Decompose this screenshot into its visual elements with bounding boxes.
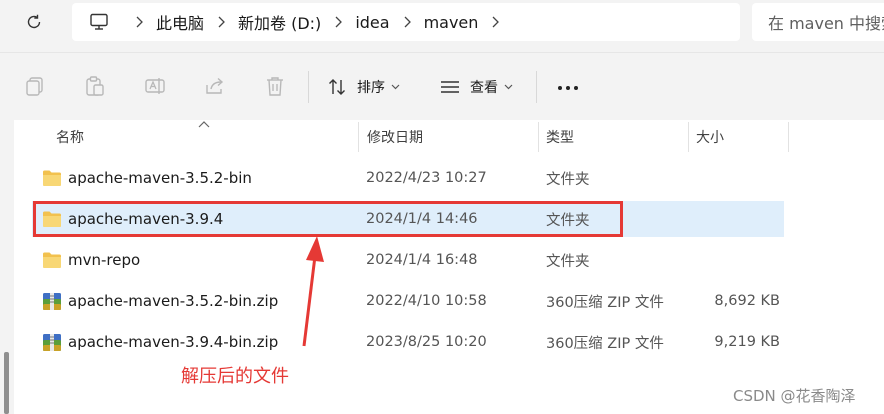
file-name: apache-maven-3.5.2-bin [68, 169, 252, 187]
file-type: 文件夹 [546, 171, 590, 188]
chevron-right-icon[interactable] [482, 3, 508, 41]
file-date: 2022/4/10 10:58 [366, 293, 487, 309]
file-date: 2023/8/25 10:20 [366, 334, 487, 350]
chevron-right-icon[interactable] [126, 3, 152, 41]
file-row[interactable]: apache-maven-3.5.2-bin 2022/4/23 10:27 文… [32, 160, 784, 196]
search-input[interactable]: 在 maven 中搜索 [752, 3, 884, 41]
column-header-date[interactable]: 修改日期 [367, 120, 423, 154]
folder-icon [42, 250, 62, 270]
file-type: 360压缩 ZIP 文件 [546, 294, 664, 311]
annotation-label: 解压后的文件 [181, 366, 289, 387]
more-options-button[interactable] [555, 78, 581, 98]
more-horizontal-icon [558, 86, 578, 90]
column-divider[interactable] [358, 122, 359, 152]
breadcrumb-item-this-pc[interactable]: 此电脑 [152, 3, 208, 41]
breadcrumb[interactable]: 此电脑 新加卷 (D:) idea maven [72, 3, 740, 41]
column-header-size[interactable]: 大小 [696, 120, 724, 154]
toolbar-divider [308, 71, 309, 103]
file-name: mvn-repo [68, 251, 141, 269]
address-bar-row: 此电脑 新加卷 (D:) idea maven 在 maven 中搜索 [0, 0, 884, 52]
file-type: 文件夹 [546, 253, 590, 270]
chevron-right-icon[interactable] [325, 3, 351, 41]
chevron-right-icon[interactable] [208, 3, 234, 41]
zip-archive-icon [42, 291, 62, 311]
breadcrumb-item-maven[interactable]: maven [420, 3, 483, 41]
refresh-icon [27, 14, 41, 29]
folder-icon [42, 168, 62, 188]
sort-icon [329, 79, 345, 95]
watermark: CSDN @花香陶泽 [733, 387, 856, 405]
column-header-name[interactable]: 名称 [56, 120, 84, 154]
file-row[interactable]: mvn-repo 2024/1/4 16:48 文件夹 [32, 242, 784, 278]
paste-icon[interactable] [84, 75, 106, 97]
column-divider[interactable] [688, 122, 689, 152]
monitor-icon [90, 13, 108, 30]
file-name: apache-maven-3.5.2-bin.zip [68, 292, 279, 310]
copy-icon[interactable] [24, 75, 46, 97]
scrollbar-track[interactable] [0, 120, 14, 414]
view-menu-button[interactable]: 查看 [440, 74, 513, 100]
share-icon[interactable] [204, 75, 226, 97]
file-size: 9,219 KB [714, 334, 780, 350]
file-explorer-window: 此电脑 新加卷 (D:) idea maven 在 maven 中搜索 [0, 0, 884, 414]
file-row[interactable]: apache-maven-3.9.4-bin.zip 2023/8/25 10:… [32, 324, 784, 360]
sort-ascending-icon [198, 121, 210, 128]
rename-icon[interactable] [144, 75, 166, 97]
sort-label: 排序 [357, 80, 385, 96]
file-date: 2022/4/23 10:27 [366, 170, 487, 186]
view-label: 查看 [470, 80, 498, 96]
file-list-pane: 名称 修改日期 类型 大小 apache-maven-3.5.2-bin 202… [0, 120, 884, 414]
annotation-highlight-box [33, 201, 623, 237]
column-header-type[interactable]: 类型 [546, 120, 574, 154]
chevron-right-icon[interactable] [394, 3, 420, 41]
toolbar-divider [536, 71, 537, 103]
column-header-row: 名称 修改日期 类型 大小 [0, 120, 884, 154]
chevron-down-icon [391, 84, 400, 90]
file-row[interactable]: apache-maven-3.5.2-bin.zip 2022/4/10 10:… [32, 283, 784, 319]
column-divider[interactable] [788, 122, 789, 152]
breadcrumb-item-idea[interactable]: idea [351, 3, 393, 41]
file-name: apache-maven-3.9.4-bin.zip [68, 333, 279, 351]
delete-icon[interactable] [264, 75, 286, 97]
this-pc-button[interactable] [72, 3, 126, 41]
list-view-icon [441, 81, 459, 93]
refresh-button[interactable] [20, 8, 48, 36]
breadcrumb-item-drive-d[interactable]: 新加卷 (D:) [234, 3, 325, 41]
file-type: 360压缩 ZIP 文件 [546, 335, 664, 352]
annotation-arrow [302, 236, 324, 347]
file-date: 2024/1/4 16:48 [366, 252, 478, 268]
file-size: 8,692 KB [714, 293, 780, 309]
chevron-down-icon [504, 84, 513, 90]
command-toolbar: 排序 查看 [0, 52, 884, 121]
column-divider[interactable] [538, 122, 539, 152]
sort-menu-button[interactable]: 排序 [327, 74, 400, 100]
zip-archive-icon [42, 332, 62, 352]
scrollbar-thumb[interactable] [4, 352, 9, 414]
